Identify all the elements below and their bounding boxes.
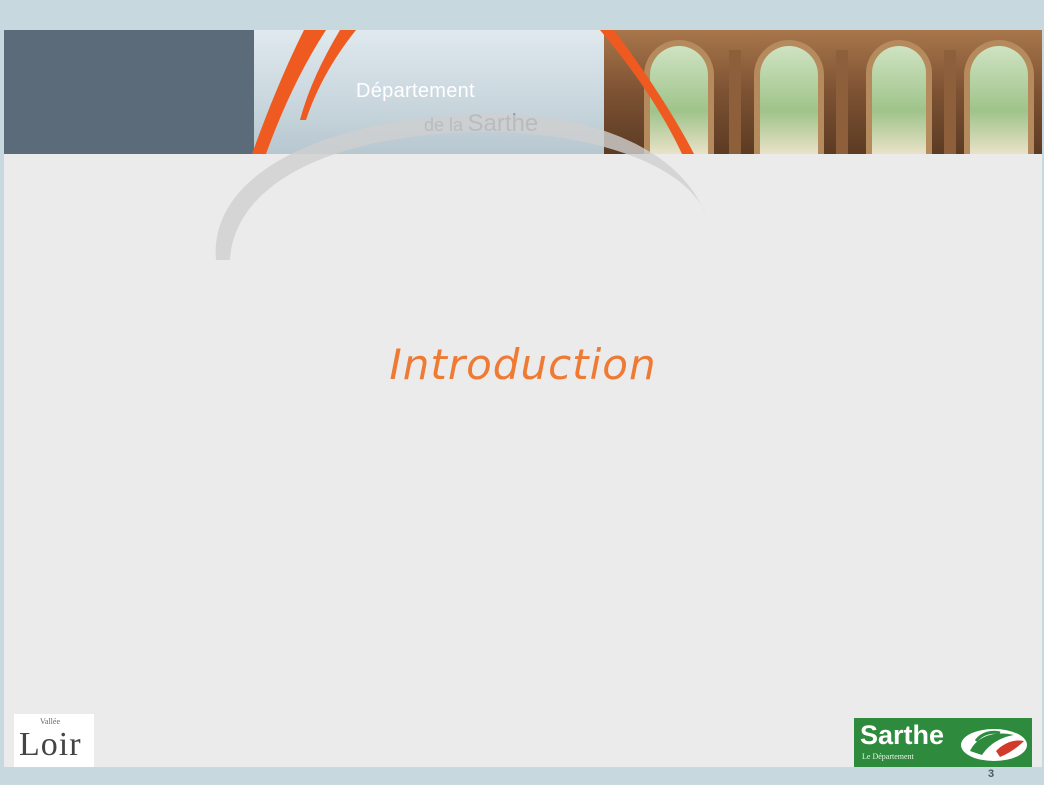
slide: Département de la Sarthe Introduction Va… (4, 2, 1042, 783)
logo-vallee-text: Vallée (40, 717, 60, 726)
banner-title-main: Sarthe (467, 110, 539, 137)
banner-title-prefix: de la (424, 115, 464, 135)
sarthe-emblem-icon (961, 729, 1027, 761)
page-number: 3 (988, 768, 995, 780)
logo-sarthe-text: Sarthe (860, 720, 945, 750)
logo-loir-text: Loir (19, 726, 82, 763)
banner-title-line2: de la Sarthe (424, 110, 538, 138)
slide-heading: Introduction (389, 340, 657, 389)
logo-sarthe-subtext: Le Département (862, 752, 914, 761)
banner-title-line1: Département (356, 80, 475, 102)
bottom-strip (4, 767, 1042, 783)
header-banner: Département de la Sarthe (4, 30, 1042, 154)
top-strip (4, 2, 1042, 30)
sarthe-department-logo: Sarthe Le Département (854, 718, 1032, 768)
vallee-du-loir-logo: Vallée Loir (14, 714, 94, 770)
